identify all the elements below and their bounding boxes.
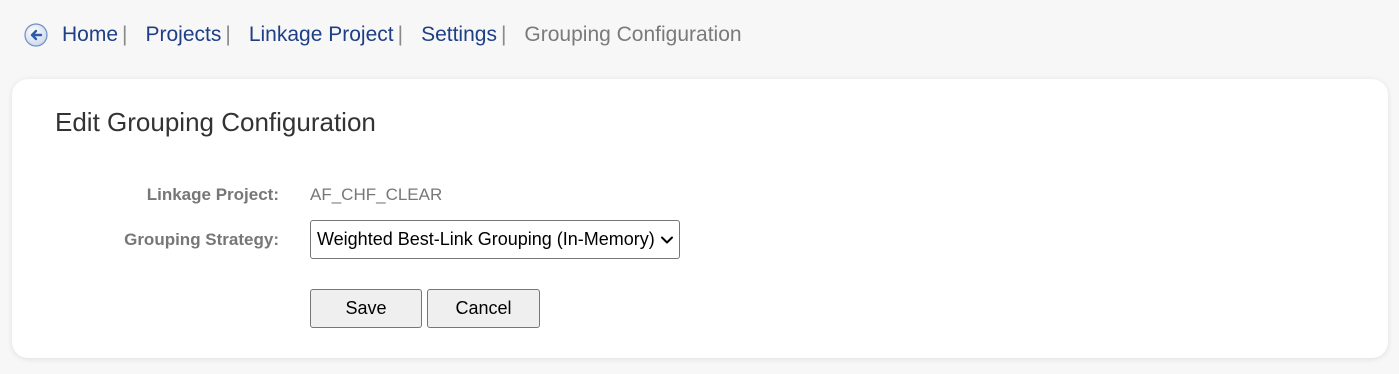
breadcrumb: Home | Projects | Linkage Project | Sett… [24, 20, 742, 50]
grouping-strategy-label: Grouping Strategy: [124, 230, 279, 249]
linkage-project-value: AF_CHF_CLEAR [310, 185, 443, 204]
breadcrumb-projects-link[interactable]: Projects [146, 23, 222, 47]
back-arrow-icon[interactable] [24, 23, 48, 47]
edit-grouping-card: Edit Grouping Configuration Linkage Proj… [12, 79, 1388, 358]
breadcrumb-linkage-project-link[interactable]: Linkage Project [249, 23, 394, 47]
breadcrumb-settings-link[interactable]: Settings [421, 23, 497, 47]
breadcrumb-home-link[interactable]: Home [62, 23, 118, 47]
page-title: Edit Grouping Configuration [55, 107, 376, 137]
cancel-button[interactable]: Cancel [427, 289, 540, 328]
linkage-project-label: Linkage Project: [146, 185, 279, 204]
breadcrumb-current: Grouping Configuration [524, 23, 742, 46]
breadcrumb-separator: | [122, 23, 128, 46]
chevron-down-icon [659, 232, 675, 248]
save-button[interactable]: Save [310, 289, 422, 328]
grouping-strategy-select[interactable]: Weighted Best-Link Grouping (In-Memory) [310, 220, 680, 259]
breadcrumb-separator: | [500, 23, 507, 46]
breadcrumb-separator: | [225, 23, 231, 46]
breadcrumb-separator: | [397, 23, 404, 46]
grouping-strategy-selected-value: Weighted Best-Link Grouping (In-Memory) [317, 229, 655, 249]
